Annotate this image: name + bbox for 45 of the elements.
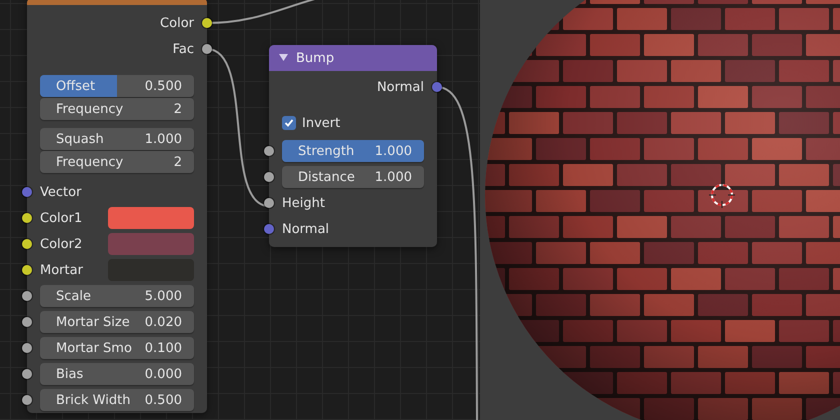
color-swatch[interactable]: [108, 207, 194, 229]
socket-label: Color: [160, 16, 194, 30]
node-header[interactable]: [27, 0, 207, 5]
node-header[interactable]: Bump: [269, 45, 437, 71]
checkbox[interactable]: [282, 116, 296, 130]
number-field[interactable]: Bias 0.000: [40, 363, 194, 385]
socket-dot[interactable]: [202, 18, 212, 28]
socket-dot[interactable]: [264, 198, 274, 208]
socket-label: Mortar: [40, 262, 83, 278]
socket-dot[interactable]: [22, 213, 32, 223]
number-field[interactable]: Mortar Size 0.020: [40, 311, 194, 333]
number-field[interactable]: Scale 5.000: [40, 285, 194, 307]
socket-dot[interactable]: [22, 239, 32, 249]
socket-label: Height: [282, 196, 325, 210]
socket-label: Color2: [40, 236, 82, 252]
slider-field[interactable]: Offset 0.500: [40, 75, 194, 97]
number-field[interactable]: Distance 1.000: [282, 166, 424, 188]
socket-dot[interactable]: [22, 187, 32, 197]
checkbox-label: Invert: [302, 116, 340, 130]
socket-dot[interactable]: [264, 146, 274, 156]
socket-dot[interactable]: [22, 369, 32, 379]
socket-dot[interactable]: [22, 291, 32, 301]
socket-dot[interactable]: [22, 395, 32, 405]
number-field[interactable]: Frequency 2: [40, 98, 194, 120]
socket-label: Vector: [40, 184, 82, 200]
socket-label: Normal: [282, 222, 330, 236]
socket-dot[interactable]: [264, 172, 274, 182]
collapse-triangle-icon[interactable]: [279, 54, 288, 62]
node-title: Bump: [296, 50, 334, 66]
socket-dot[interactable]: [22, 343, 32, 353]
socket-dot[interactable]: [22, 317, 32, 327]
number-field[interactable]: Squash 1.000: [40, 128, 194, 150]
socket-dot[interactable]: [432, 82, 442, 92]
slider-field[interactable]: Strength 1.000: [282, 140, 424, 162]
socket-dot[interactable]: [202, 44, 212, 54]
socket-label: Fac: [172, 42, 194, 56]
color-swatch[interactable]: [108, 233, 194, 255]
3d-cursor-icon: [709, 182, 735, 208]
socket-label: Normal: [376, 80, 424, 94]
number-field[interactable]: Brick Width 0.500: [40, 389, 194, 411]
number-field[interactable]: Frequency 2: [40, 151, 194, 173]
socket-dot[interactable]: [22, 265, 32, 275]
number-field[interactable]: Mortar Smo 0.100: [40, 337, 194, 359]
socket-dot[interactable]: [264, 224, 274, 234]
socket-label: Color1: [40, 210, 82, 226]
